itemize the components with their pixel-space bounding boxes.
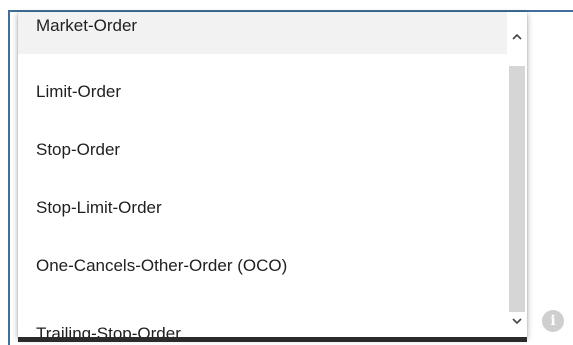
option-limit-order[interactable]: Limit-Order	[18, 63, 507, 121]
dropdown-scrollbar[interactable]	[507, 12, 527, 337]
dropdown-options: Market-Order Limit-Order Stop-Order Stop…	[18, 12, 507, 337]
option-trailing-stop-order[interactable]: Trailing-Stop-Order	[18, 295, 507, 337]
scroll-down-icon[interactable]	[507, 310, 527, 332]
scroll-thumb[interactable]	[509, 66, 525, 312]
option-stop-limit-order[interactable]: Stop-Limit-Order	[18, 179, 507, 237]
scroll-up-icon[interactable]	[507, 26, 527, 48]
option-oco-order[interactable]: One-Cancels-Other-Order (OCO)	[18, 237, 507, 295]
select-underline	[18, 337, 527, 342]
order-type-panel: Market-Order Limit-Order Stop-Order Stop…	[0, 0, 573, 345]
order-type-dropdown-list[interactable]: Market-Order Limit-Order Stop-Order Stop…	[18, 12, 527, 337]
option-stop-order[interactable]: Stop-Order	[18, 121, 507, 179]
info-icon[interactable]: i	[542, 310, 564, 332]
panel-left-border	[8, 10, 10, 345]
option-market-order[interactable]: Market-Order	[18, 12, 507, 54]
